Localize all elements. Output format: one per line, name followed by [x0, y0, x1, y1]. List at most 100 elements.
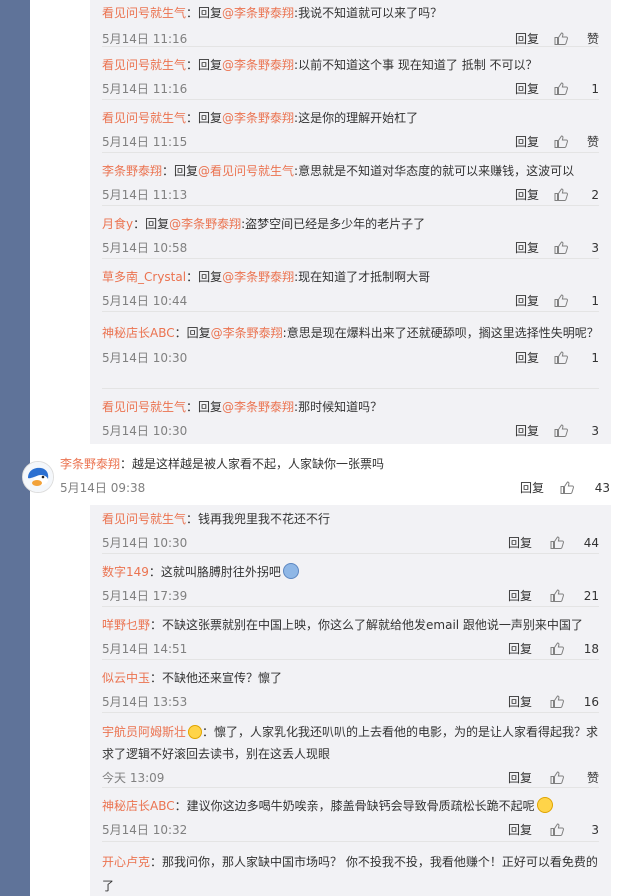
reply-button[interactable]: 回复	[508, 769, 532, 787]
reply-time: 5月14日 10:30	[102, 424, 188, 438]
reply-mention[interactable]: @李条野泰翔	[222, 400, 294, 414]
reply-time: 5月14日 10:44	[102, 294, 188, 308]
thumbs-up-icon[interactable]	[554, 424, 568, 437]
thumbs-up-icon[interactable]	[550, 823, 564, 836]
like-count: 21	[583, 589, 599, 603]
reply-prefix: ：回复	[174, 326, 211, 340]
like-count: 赞	[586, 135, 599, 149]
reply-item: 看见问号就生气：回复@李条野泰翔:以前不知道这个事 现在知道了 抵制 不可以？ …	[102, 56, 599, 100]
reply-mention[interactable]: @李条野泰翔	[222, 6, 294, 20]
reply-time: 今天 13:09	[102, 771, 165, 785]
reply-username[interactable]: 看见问号就生气	[102, 111, 186, 125]
reply-time: 5月14日 11:16	[102, 82, 188, 96]
reply-item: 看见问号就生气：回复@李条野泰翔:那时候知道吗？ 5月14日 10:30 回复 …	[102, 398, 599, 442]
reply-item: 神秘店长ABC：建议你这边多喝牛奶唉亲，膝盖骨缺钙会导致骨质疏松长跪不起呢 5月…	[102, 797, 599, 842]
reply-item: 咩野乜野：不缺这张票就别在中国上映，你这么了解就给他发email 跟他说一声别来…	[102, 616, 599, 660]
like-count: 赞	[586, 771, 599, 785]
reply-text: :意思是现在爆料出来了还就硬舔呗，搁这里选择性失明呢？	[282, 326, 599, 340]
reply-time: 5月14日 10:30	[102, 351, 188, 365]
like-count: 1	[591, 82, 599, 96]
reply-button[interactable]: 回复	[520, 479, 544, 497]
reply-time: 5月14日 11:15	[102, 135, 188, 149]
reply-item: 看见问号就生气：回复@李条野泰翔:这是你的理解开始杠了 5月14日 11:15 …	[102, 109, 599, 153]
flower-badge-icon	[188, 725, 203, 739]
reply-button[interactable]: 回复	[515, 349, 539, 367]
reply-prefix: ：回复	[186, 6, 223, 20]
reply-button[interactable]: 回复	[508, 587, 532, 605]
reply-button[interactable]: 回复	[508, 821, 532, 839]
reply-text: ：那我问你，那人家缺中国市场吗？ 你不投我不投，我看他赚个！正好可以看免费的了	[102, 855, 598, 893]
reply-item: 宇航员阿姆斯壮 ：懔了，人家乳化我还叭叭的上去看他的电影，为的是让人家看得起我？求…	[102, 721, 599, 788]
thumbs-up-icon[interactable]	[560, 481, 574, 494]
reply-username[interactable]: 神秘店长ABC	[102, 326, 175, 340]
thumbs-up-icon[interactable]	[554, 135, 568, 148]
like-count: 3	[591, 823, 599, 837]
reply-button[interactable]: 回复	[515, 239, 539, 257]
reply-mention[interactable]: @李条野泰翔	[222, 270, 294, 284]
reply-username[interactable]: 咩野乜野	[102, 618, 150, 632]
reply-button[interactable]: 回复	[508, 534, 532, 552]
reply-text: ：这就叫胳膊肘往外拐吧	[148, 565, 281, 579]
thumbs-up-icon[interactable]	[554, 188, 568, 201]
thumbs-up-icon[interactable]	[554, 294, 568, 307]
reply-button[interactable]: 回复	[508, 640, 532, 658]
reply-username[interactable]: 看见问号就生气	[102, 400, 186, 414]
reply-text: :现在知道了才抵制啊大哥	[294, 270, 431, 284]
reply-text: ：钱再我兜里我不花还不行	[186, 512, 331, 526]
reply-username[interactable]: 李条野泰翔	[102, 164, 162, 178]
like-count: 16	[583, 695, 599, 709]
thumbs-up-icon[interactable]	[550, 642, 564, 655]
thumbs-up-icon[interactable]	[550, 771, 564, 784]
reply-text: :盗梦空间已经是多少年的老片子了	[241, 217, 426, 231]
reply-mention[interactable]: @看见问号就生气	[198, 164, 294, 178]
reply-button[interactable]: 回复	[515, 80, 539, 98]
reply-username[interactable]: 数字149	[102, 565, 149, 579]
reply-mention[interactable]: @李条野泰翔	[222, 111, 294, 125]
reply-mention[interactable]: @李条野泰翔	[222, 58, 294, 72]
thumbs-up-icon[interactable]	[550, 536, 564, 549]
like-count: 18	[583, 642, 599, 656]
thumbs-up-icon[interactable]	[554, 32, 568, 45]
thumbs-up-icon[interactable]	[550, 695, 564, 708]
reply-prefix: ：回复	[186, 111, 223, 125]
reply-item: 神秘店长ABC：回复@李条野泰翔:意思是现在爆料出来了还就硬舔呗，搁这里选择性失…	[102, 321, 599, 389]
reply-username[interactable]: 看见问号就生气	[102, 58, 186, 72]
reply-text: ：建议你这边多喝牛奶唉亲，膝盖骨缺钙会导致骨质疏松长跪不起呢	[174, 799, 535, 813]
comment-text: ：越是这样越是被人家看不起，人家缺你一张票吗	[120, 457, 385, 471]
reply-mention[interactable]: @李条野泰翔	[169, 217, 241, 231]
reply-mention[interactable]: @李条野泰翔	[211, 326, 283, 340]
reply-username[interactable]: 看见问号就生气	[102, 512, 186, 526]
reply-text: :我说不知道就可以来了吗？	[294, 6, 443, 20]
reply-username[interactable]: 神秘店长ABC	[102, 799, 175, 813]
reply-prefix: ：回复	[186, 400, 223, 414]
reply-item: 月食y：回复@李条野泰翔:盗梦空间已经是多少年的老片子了 5月14日 10:58…	[102, 215, 599, 259]
reply-text: :那时候知道吗？	[294, 400, 383, 414]
thumbs-up-icon[interactable]	[554, 351, 568, 364]
reply-button[interactable]: 回复	[515, 186, 539, 204]
reply-time: 5月14日 10:58	[102, 241, 188, 255]
reply-username[interactable]: 月食y	[102, 217, 133, 231]
reply-time: 5月14日 11:13	[102, 188, 188, 202]
thumbs-up-icon[interactable]	[554, 82, 568, 95]
like-count: 1	[591, 294, 599, 308]
comment-username[interactable]: 李条野泰翔	[60, 457, 120, 471]
avatar[interactable]	[22, 461, 54, 493]
reply-button[interactable]: 回复	[515, 292, 539, 310]
thumbs-up-icon[interactable]	[550, 589, 564, 602]
reply-username[interactable]: 宇航员阿姆斯壮	[102, 725, 186, 739]
reply-button[interactable]: 回复	[508, 693, 532, 711]
reply-username[interactable]: 草多南_Crystal	[102, 270, 186, 284]
reply-username[interactable]: 开心卢克	[102, 855, 150, 869]
reply-item: 数字149：这就叫胳膊肘往外拐吧 5月14日 17:39 回复 21	[102, 563, 599, 607]
reply-text: :这是你的理解开始杠了	[294, 111, 419, 125]
reply-username[interactable]: 似云中玉	[102, 671, 150, 685]
like-count: 3	[591, 424, 599, 438]
reply-username[interactable]: 看见问号就生气	[102, 6, 186, 20]
thumbs-up-icon[interactable]	[554, 241, 568, 254]
like-count: 1	[591, 351, 599, 365]
reply-prefix: ：回复	[186, 58, 223, 72]
like-count: 2	[591, 188, 599, 202]
reply-button[interactable]: 回复	[515, 422, 539, 440]
reply-item: 李条野泰翔：回复@看见问号就生气:意思就是不知道对华态度的就可以来赚钱，这波可以…	[102, 162, 599, 206]
reply-button[interactable]: 回复	[515, 133, 539, 151]
